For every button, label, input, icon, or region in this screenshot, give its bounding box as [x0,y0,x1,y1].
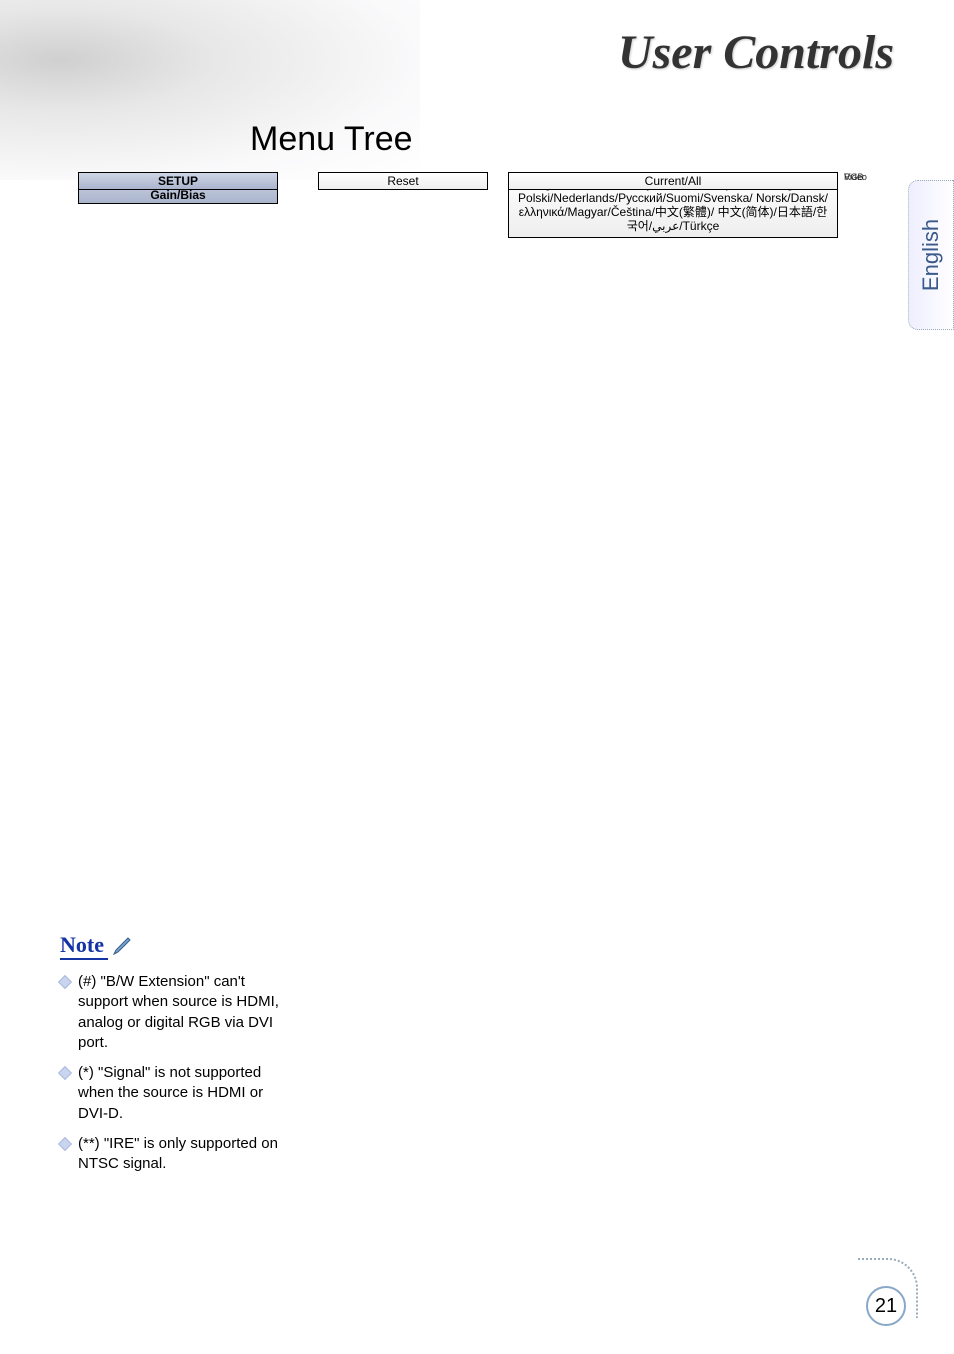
notes-list: (#) "B/W Extension" can't support when s… [60,972,280,1174]
language-tab-label: English [918,219,944,291]
page-number: 21 [866,1286,906,1326]
diamond-bullet-icon [58,1066,72,1080]
diamond-bullet-icon [58,1137,72,1151]
note-item: (#) "B/W Extension" can't support when s… [60,972,280,1053]
note-text: (**) "IRE" is only supported on NTSC sig… [78,1134,280,1175]
language-tab: English [908,180,954,330]
item-reset: Reset [318,172,488,190]
page-header-title: User Controls [618,25,894,80]
section-title: Menu Tree [250,120,413,159]
note-text: (*) "Signal" is not supported when the s… [78,1063,280,1124]
notes-block: Note (#) "B/W Extension" can't support w… [60,932,280,1184]
vals-reset: Current/All [508,172,838,190]
note-item: (*) "Signal" is not supported when the s… [60,1063,280,1124]
hdr-setup: SETUP [78,172,278,190]
diamond-bullet-icon [58,975,72,989]
note-item: (**) "IRE" is only supported on NTSC sig… [60,1134,280,1175]
note-text: (#) "B/W Extension" can't support when s… [78,972,280,1053]
side-label-video: Video [844,172,867,182]
pencil-icon [112,936,134,956]
notes-title: Note [60,932,108,960]
